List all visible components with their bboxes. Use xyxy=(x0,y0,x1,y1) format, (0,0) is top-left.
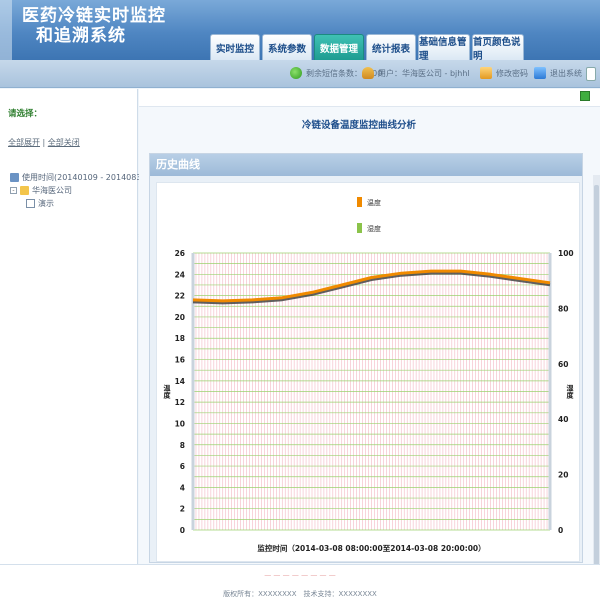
tree-toggle-icon[interactable]: - xyxy=(10,187,17,194)
footer: — — — — — — — — 版权所有：XXXXXXXX 技术支持：XXXXX… xyxy=(0,564,600,600)
folder-icon xyxy=(20,186,29,195)
tab-statistics-report[interactable]: 统计报表 xyxy=(366,34,416,60)
legend-humidity-swatch xyxy=(357,223,362,233)
app-header: 医药冷链实时监控 和追溯系统 实时监控 系统参数 数据管理 统计报表 基础信息管… xyxy=(0,0,600,62)
expand-all-link[interactable]: 全部展开 xyxy=(8,138,40,147)
legend-humidity-label: 湿度 xyxy=(367,224,381,233)
x-axis-label: 监控时间（2014-03-08 08:00:00至2014-03-08 20:0… xyxy=(257,543,485,553)
info-bar: 剩余短信条数：2000 用户：华海医公司 - bjhhl 修改密码 退出系统 xyxy=(0,60,600,88)
tab-realtime-monitor[interactable]: 实时监控 xyxy=(210,34,260,60)
history-curve-panel: 历史曲线 温度 湿度 0 2 4 6 8 10 12 14 16 18 20 22 24 26 0 20 40 60 8… xyxy=(149,153,583,563)
y-tick-label-left: 24 xyxy=(175,270,185,279)
y-tick-label-right: 60 xyxy=(558,360,568,369)
app-title-line1: 医药冷链实时监控 xyxy=(22,6,166,26)
tree-root[interactable]: 使用时间(20140109 - 20140831) xyxy=(10,171,150,184)
document-icon xyxy=(26,199,35,208)
scrollbar-thumb[interactable] xyxy=(594,185,599,575)
tab-basic-info[interactable]: 基础信息管理 xyxy=(418,34,470,62)
y-tick-label-left: 18 xyxy=(175,334,185,343)
y-axis-label-left: 温度 xyxy=(163,384,172,400)
temperature-humidity-chart: 温度湿度02468101214161820222426020406080100温… xyxy=(163,197,575,553)
logout-icon xyxy=(534,67,546,79)
history-curve-title: 历史曲线 xyxy=(150,154,582,176)
logout-label: 退出系统 xyxy=(550,68,582,78)
y-tick-label-left: 0 xyxy=(180,526,185,535)
sidebar: 请选择： 全部展开 | 全部关闭 使用时间(20140109 - 2014083… xyxy=(0,89,150,564)
footer-links: — — — — — — — — xyxy=(264,571,336,579)
y-tick-label-right: 80 xyxy=(558,304,568,313)
chart-container: 温度 湿度 0 2 4 6 8 10 12 14 16 18 20 22 24 26 0 20 40 60 80 100 温… xyxy=(156,182,580,562)
user-icon xyxy=(362,67,374,79)
current-user: 用户：华海医公司 - bjhhl xyxy=(362,67,470,79)
y-tick-label-left: 22 xyxy=(175,292,185,301)
tree-company-label: 华海医公司 xyxy=(32,186,72,195)
device-tree: 使用时间(20140109 - 20140831) - 华海医公司 演示 xyxy=(10,171,150,210)
tree-leaf-label: 演示 xyxy=(38,199,54,208)
tree-root-label: 使用时间(20140109 - 20140831) xyxy=(22,173,150,182)
y-tick-label-left: 16 xyxy=(175,356,185,365)
tree-leaf[interactable]: 演示 xyxy=(10,197,150,210)
header-edge xyxy=(0,0,12,60)
tree-company[interactable]: - 华海医公司 xyxy=(10,184,150,197)
change-password-label: 修改密码 xyxy=(496,68,528,78)
y-axis-label-right: 湿度 xyxy=(566,384,575,400)
main-nav-tabs: 实时监控 系统参数 数据管理 统计报表 基础信息管理 首页颜色说明 xyxy=(210,32,524,62)
collapse-all-link[interactable]: 全部关闭 xyxy=(48,138,80,147)
key-icon xyxy=(480,67,492,79)
current-user-text: 用户：华海医公司 - bjhhl xyxy=(378,68,470,78)
y-tick-label-right: 40 xyxy=(558,415,568,424)
select-label: 请选择： xyxy=(8,109,43,119)
y-tick-label-left: 6 xyxy=(180,462,185,471)
monitor-icon xyxy=(10,173,19,182)
y-tick-label-left: 4 xyxy=(180,483,185,492)
change-password-button[interactable]: 修改密码 xyxy=(480,67,528,79)
fullscreen-icon[interactable] xyxy=(580,91,590,101)
collapse-header-button[interactable] xyxy=(586,67,596,81)
logout-button[interactable]: 退出系统 xyxy=(534,67,582,79)
legend-temperature-swatch xyxy=(357,197,362,207)
y-tick-label-left: 26 xyxy=(175,249,185,258)
app-title-line2: 和追溯系统 xyxy=(36,26,126,46)
y-tick-label-left: 2 xyxy=(180,505,185,514)
tab-color-legend[interactable]: 首页颜色说明 xyxy=(472,34,524,62)
y-tick-label-left: 20 xyxy=(175,313,185,322)
y-tick-label-left: 8 xyxy=(180,441,185,450)
legend-temperature-label: 温度 xyxy=(367,198,381,207)
y-tick-label-right: 20 xyxy=(558,471,568,480)
main-scrollbar[interactable] xyxy=(593,175,600,575)
y-tick-label-left: 14 xyxy=(175,377,185,386)
app-title: 医药冷链实时监控 和追溯系统 xyxy=(22,6,166,46)
main-panel: 冷链设备温度监控曲线分析 历史曲线 温度 湿度 0 2 4 6 8 10 12 14 16 18 20 2… xyxy=(139,89,600,575)
tree-controls: 全部展开 | 全部关闭 xyxy=(8,138,80,147)
arrow-icon xyxy=(586,67,596,81)
y-tick-label-right: 0 xyxy=(558,526,563,535)
tab-data-management[interactable]: 数据管理 xyxy=(314,34,364,60)
y-tick-label-left: 10 xyxy=(175,419,185,428)
y-tick-label-left: 12 xyxy=(175,398,185,407)
tab-system-params[interactable]: 系统参数 xyxy=(262,34,312,60)
main-toolbar xyxy=(139,89,600,107)
y-tick-label-right: 100 xyxy=(558,249,574,258)
sms-icon xyxy=(290,67,302,79)
page-title: 冷链设备温度监控曲线分析 xyxy=(301,120,416,131)
footer-copyright: 版权所有：XXXXXXXX 技术支持：XXXXXXXX xyxy=(223,590,377,598)
